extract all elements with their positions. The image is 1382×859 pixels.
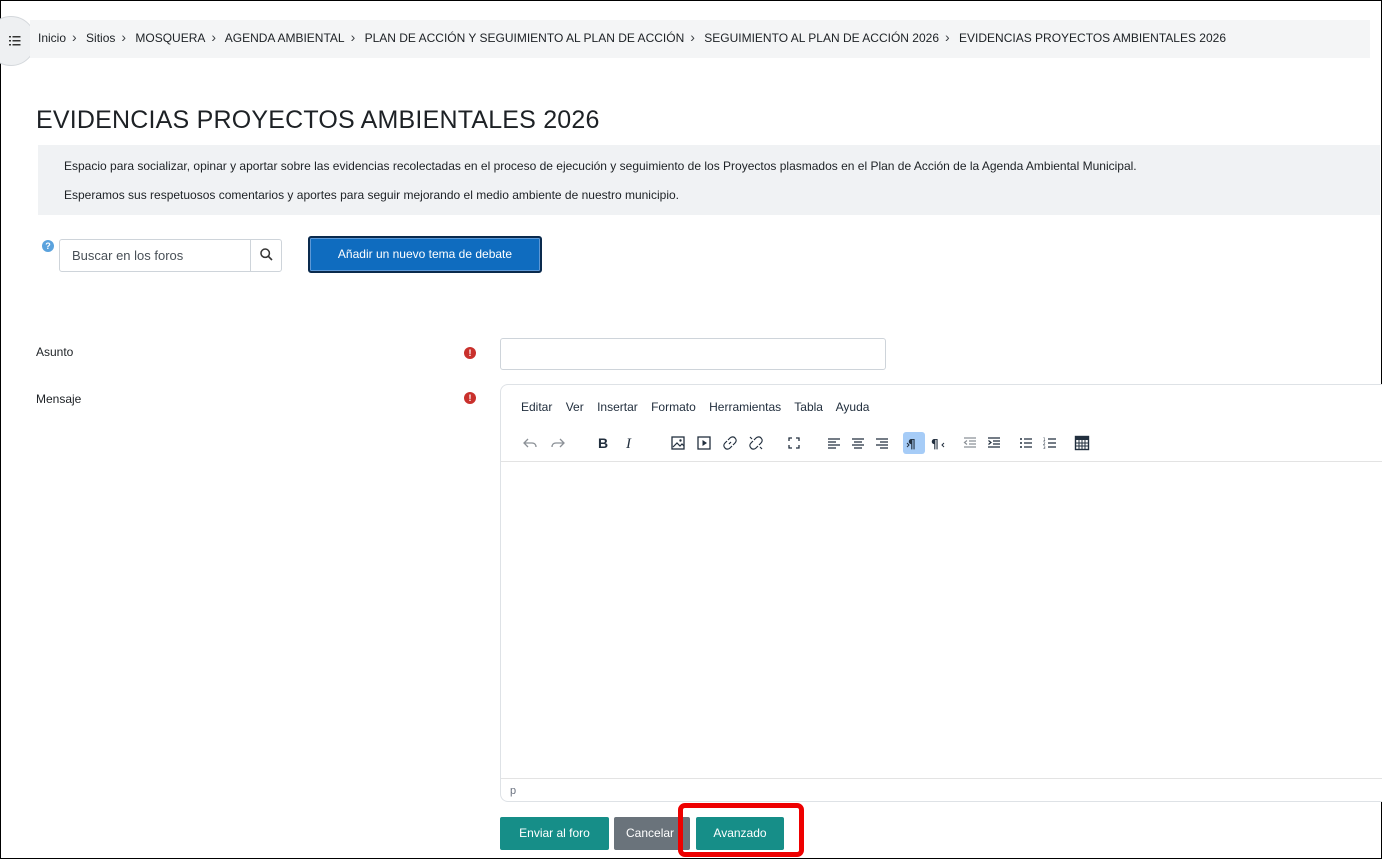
submit-button[interactable]: Enviar al foro	[500, 817, 609, 850]
chevron-right-icon: ›	[690, 29, 695, 45]
message-label: Mensaje	[36, 392, 82, 406]
breadcrumb-item-agenda[interactable]: AGENDA AMBIENTAL	[225, 31, 345, 45]
chevron-right-icon: ›	[350, 29, 356, 45]
unlink-button[interactable]	[745, 432, 767, 454]
breadcrumb: Inicio › Sitios › MOSQUERA › AGENDA AMBIENT…	[30, 20, 1370, 58]
forum-search	[59, 239, 282, 272]
breadcrumb-item-mosquera[interactable]: MOSQUERA	[135, 31, 205, 45]
image-button[interactable]	[667, 432, 689, 454]
breadcrumb-item-plan[interactable]: PLAN DE ACCIÓN Y SEGUIMIENTO AL PLAN DE …	[365, 31, 685, 45]
chevron-right-icon: ›	[211, 29, 217, 45]
ltr-icon: ¶	[906, 437, 916, 450]
indent-icon	[988, 437, 1000, 448]
menu-ver[interactable]: Ver	[566, 400, 584, 414]
link-icon	[723, 436, 737, 450]
indent-button[interactable]	[983, 432, 1005, 454]
calculator-button[interactable]	[1071, 432, 1093, 454]
search-button[interactable]	[250, 240, 281, 271]
menu-formato[interactable]: Formato	[651, 400, 696, 414]
chevron-right-icon: ›	[72, 29, 77, 45]
outdent-button[interactable]	[959, 432, 981, 454]
outdent-icon	[963, 437, 976, 448]
align-right-icon	[876, 438, 888, 449]
svg-text:B: B	[598, 436, 608, 450]
menu-herramientas[interactable]: Herramientas	[709, 400, 781, 414]
rtl-icon: ¶	[931, 437, 945, 450]
editor-statusbar: p	[501, 778, 1382, 801]
menu-ayuda[interactable]: Ayuda	[836, 400, 870, 414]
search-input[interactable]	[60, 240, 250, 271]
align-left-icon	[828, 438, 840, 449]
editor-content-area[interactable]	[501, 462, 1382, 778]
search-icon	[260, 248, 273, 261]
breadcrumb-item-sitios[interactable]: Sitios	[86, 31, 115, 45]
redo-icon	[551, 438, 565, 448]
intro-text: Espacio para socializar, opinar y aporta…	[64, 159, 1137, 173]
svg-text:¶: ¶	[908, 437, 916, 450]
image-icon	[671, 436, 685, 450]
svg-text:3: 3	[1043, 445, 1046, 450]
chevron-right-icon: ›	[121, 29, 127, 45]
forum-intro: Espacio para socializar, opinar y aporta…	[38, 145, 1380, 215]
align-center-button[interactable]	[847, 432, 869, 454]
media-button[interactable]	[693, 432, 715, 454]
italic-icon: I	[625, 436, 632, 450]
unlink-icon	[749, 436, 763, 450]
align-center-icon	[852, 438, 864, 449]
fullscreen-icon	[788, 437, 800, 449]
undo-button[interactable]	[519, 432, 541, 454]
bold-button[interactable]: B	[591, 432, 613, 454]
fullscreen-button[interactable]	[783, 432, 805, 454]
menu-editar[interactable]: Editar	[521, 400, 552, 414]
bold-icon: B	[598, 436, 608, 450]
svg-text:¶: ¶	[931, 437, 939, 450]
chevron-right-icon: ›	[945, 29, 950, 45]
align-right-button[interactable]	[871, 432, 893, 454]
subject-label: Asunto	[36, 345, 74, 359]
italic-button[interactable]: I	[619, 432, 641, 454]
link-button[interactable]	[719, 432, 741, 454]
menu-tabla[interactable]: Tabla	[794, 400, 823, 414]
align-left-button[interactable]	[823, 432, 845, 454]
subject-input[interactable]	[500, 338, 886, 370]
calculator-icon	[1074, 435, 1090, 451]
breadcrumb-item-inicio[interactable]: Inicio	[38, 31, 66, 45]
list-icon	[9, 36, 21, 46]
breadcrumb-item-current: EVIDENCIAS PROYECTOS AMBIENTALES 2026	[959, 31, 1226, 45]
required-icon: !	[464, 347, 476, 359]
page-title: EVIDENCIAS PROYECTOS AMBIENTALES 2026	[36, 106, 600, 134]
intro-text: Esperamos sus respetuosos comentarios y …	[64, 188, 679, 202]
undo-icon	[523, 438, 537, 448]
bullet-list-icon	[1020, 438, 1032, 448]
numbered-list-button[interactable]: 123	[1039, 432, 1061, 454]
element-path[interactable]: p	[510, 785, 516, 797]
menu-insertar[interactable]: Insertar	[597, 400, 638, 414]
required-icon: !	[464, 392, 476, 404]
media-icon	[697, 436, 711, 450]
ltr-button[interactable]: ¶	[903, 432, 925, 454]
redo-button[interactable]	[547, 432, 569, 454]
breadcrumb-item-seguimiento[interactable]: SEGUIMIENTO AL PLAN DE ACCIÓN 2026	[704, 31, 939, 45]
message-editor: Editar Ver Insertar Formato Herramientas…	[500, 384, 1382, 802]
editor-menubar: Editar Ver Insertar Formato Herramientas…	[521, 400, 879, 414]
svg-text:I: I	[625, 436, 632, 450]
numbered-list-icon: 123	[1043, 437, 1056, 450]
rtl-button[interactable]: ¶	[927, 432, 949, 454]
highlight-annotation	[678, 803, 804, 857]
help-icon[interactable]: ?	[42, 240, 54, 252]
bullet-list-button[interactable]	[1015, 432, 1037, 454]
add-discussion-button[interactable]: Añadir un nuevo tema de debate	[308, 236, 542, 273]
